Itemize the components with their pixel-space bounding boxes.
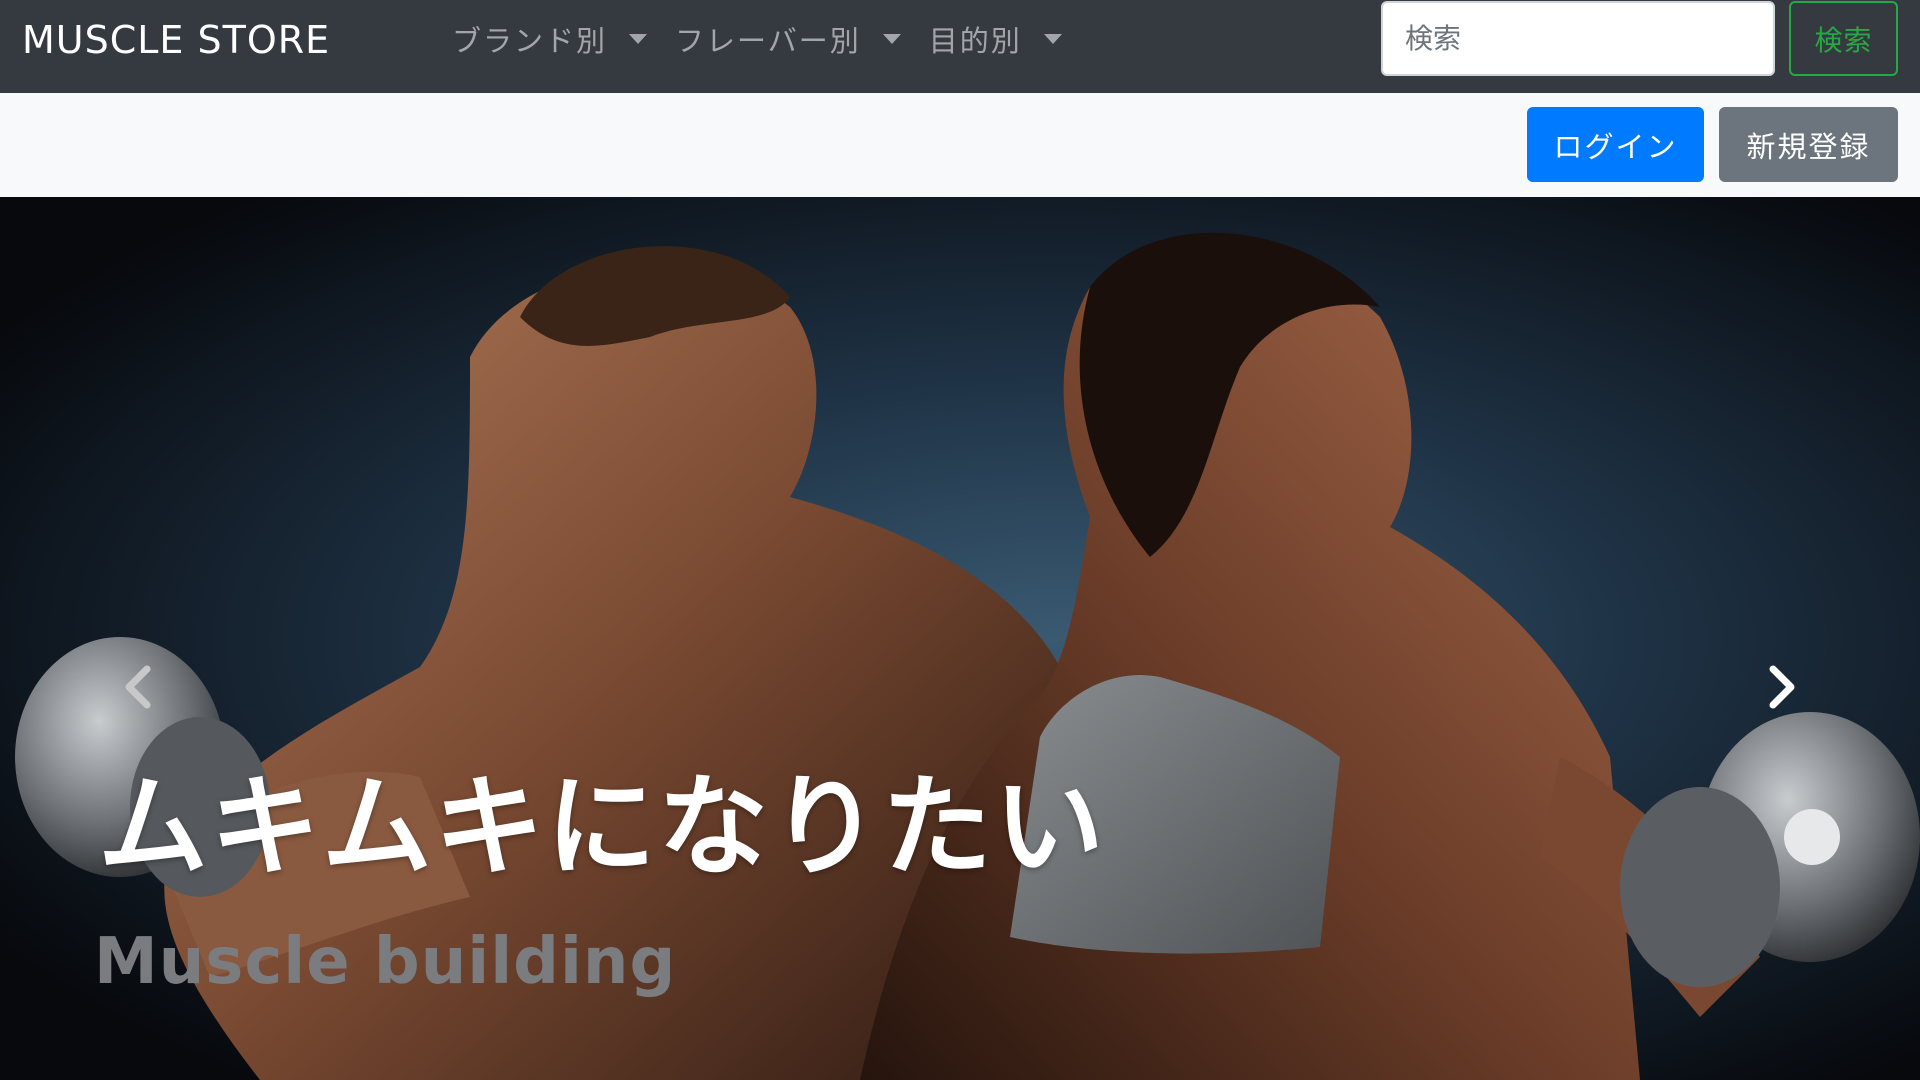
hero-carousel: ムキムキになりたい Muscle building	[0, 197, 1920, 1080]
nav-dropdown-label: 目的別	[928, 24, 1022, 58]
nav-dropdown-purpose[interactable]: 目的別	[929, 14, 1062, 64]
carousel-caption-subtitle: Muscle building	[94, 925, 677, 999]
auth-bar: ログイン 新規登録	[0, 93, 1920, 197]
nav-dropdown-flavor[interactable]: フレーバー別	[675, 14, 901, 64]
brand-logo[interactable]: MUSCLE STORE	[22, 15, 330, 65]
nav-menu: ブランド別 フレーバー別 目的別	[452, 14, 1090, 64]
chevron-right-icon	[1769, 665, 1795, 709]
top-navbar: MUSCLE STORE ブランド別 フレーバー別 目的別 検索	[0, 0, 1920, 93]
nav-dropdown-brand[interactable]: ブランド別	[452, 14, 648, 64]
carousel-prev-control[interactable]	[108, 657, 168, 717]
signup-button[interactable]: 新規登録	[1719, 107, 1898, 182]
caret-down-icon	[882, 34, 901, 44]
nav-dropdown-label: ブランド別	[452, 24, 608, 58]
login-button[interactable]: ログイン	[1527, 107, 1704, 182]
caret-down-icon	[1043, 34, 1062, 44]
chevron-left-icon	[125, 665, 151, 709]
search-button[interactable]: 検索	[1789, 1, 1898, 76]
carousel-caption-title: ムキムキになりたい	[98, 763, 1106, 891]
nav-dropdown-label: フレーバー別	[675, 24, 861, 58]
search-input[interactable]	[1381, 1, 1775, 76]
caret-down-icon	[629, 34, 648, 44]
carousel-next-control[interactable]	[1752, 657, 1812, 717]
